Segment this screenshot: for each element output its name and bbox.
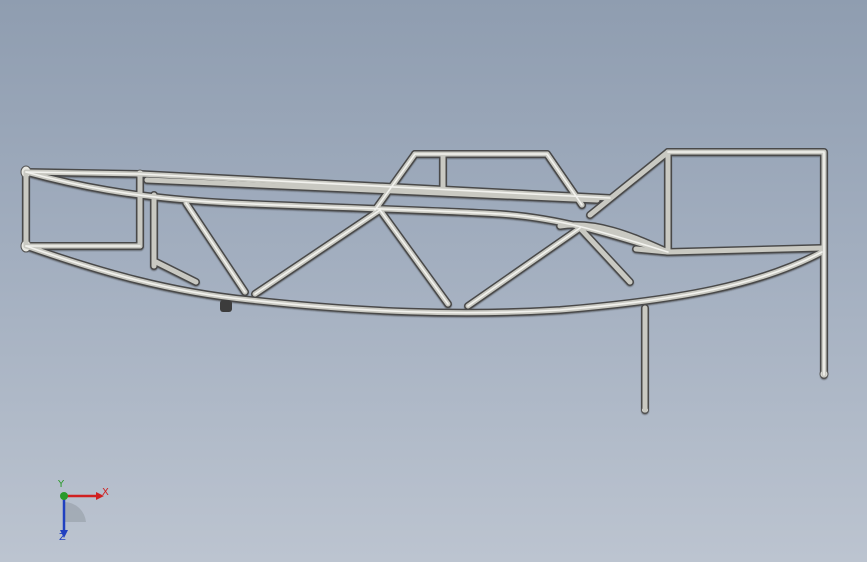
z-axis-label: Z	[59, 532, 66, 543]
graphics-viewport[interactable]: .t { stroke:#4a4a4a; stroke-width:8; }	[0, 0, 867, 562]
tube-highlights	[23, 149, 827, 413]
tube-frame-model[interactable]: .t { stroke:#4a4a4a; stroke-width:8; }	[0, 0, 867, 562]
x-axis-label: X	[102, 487, 109, 498]
view-orientation-triad: X Y Z	[46, 479, 118, 548]
mount-foot	[220, 300, 232, 312]
y-axis-label: Y	[58, 479, 65, 490]
